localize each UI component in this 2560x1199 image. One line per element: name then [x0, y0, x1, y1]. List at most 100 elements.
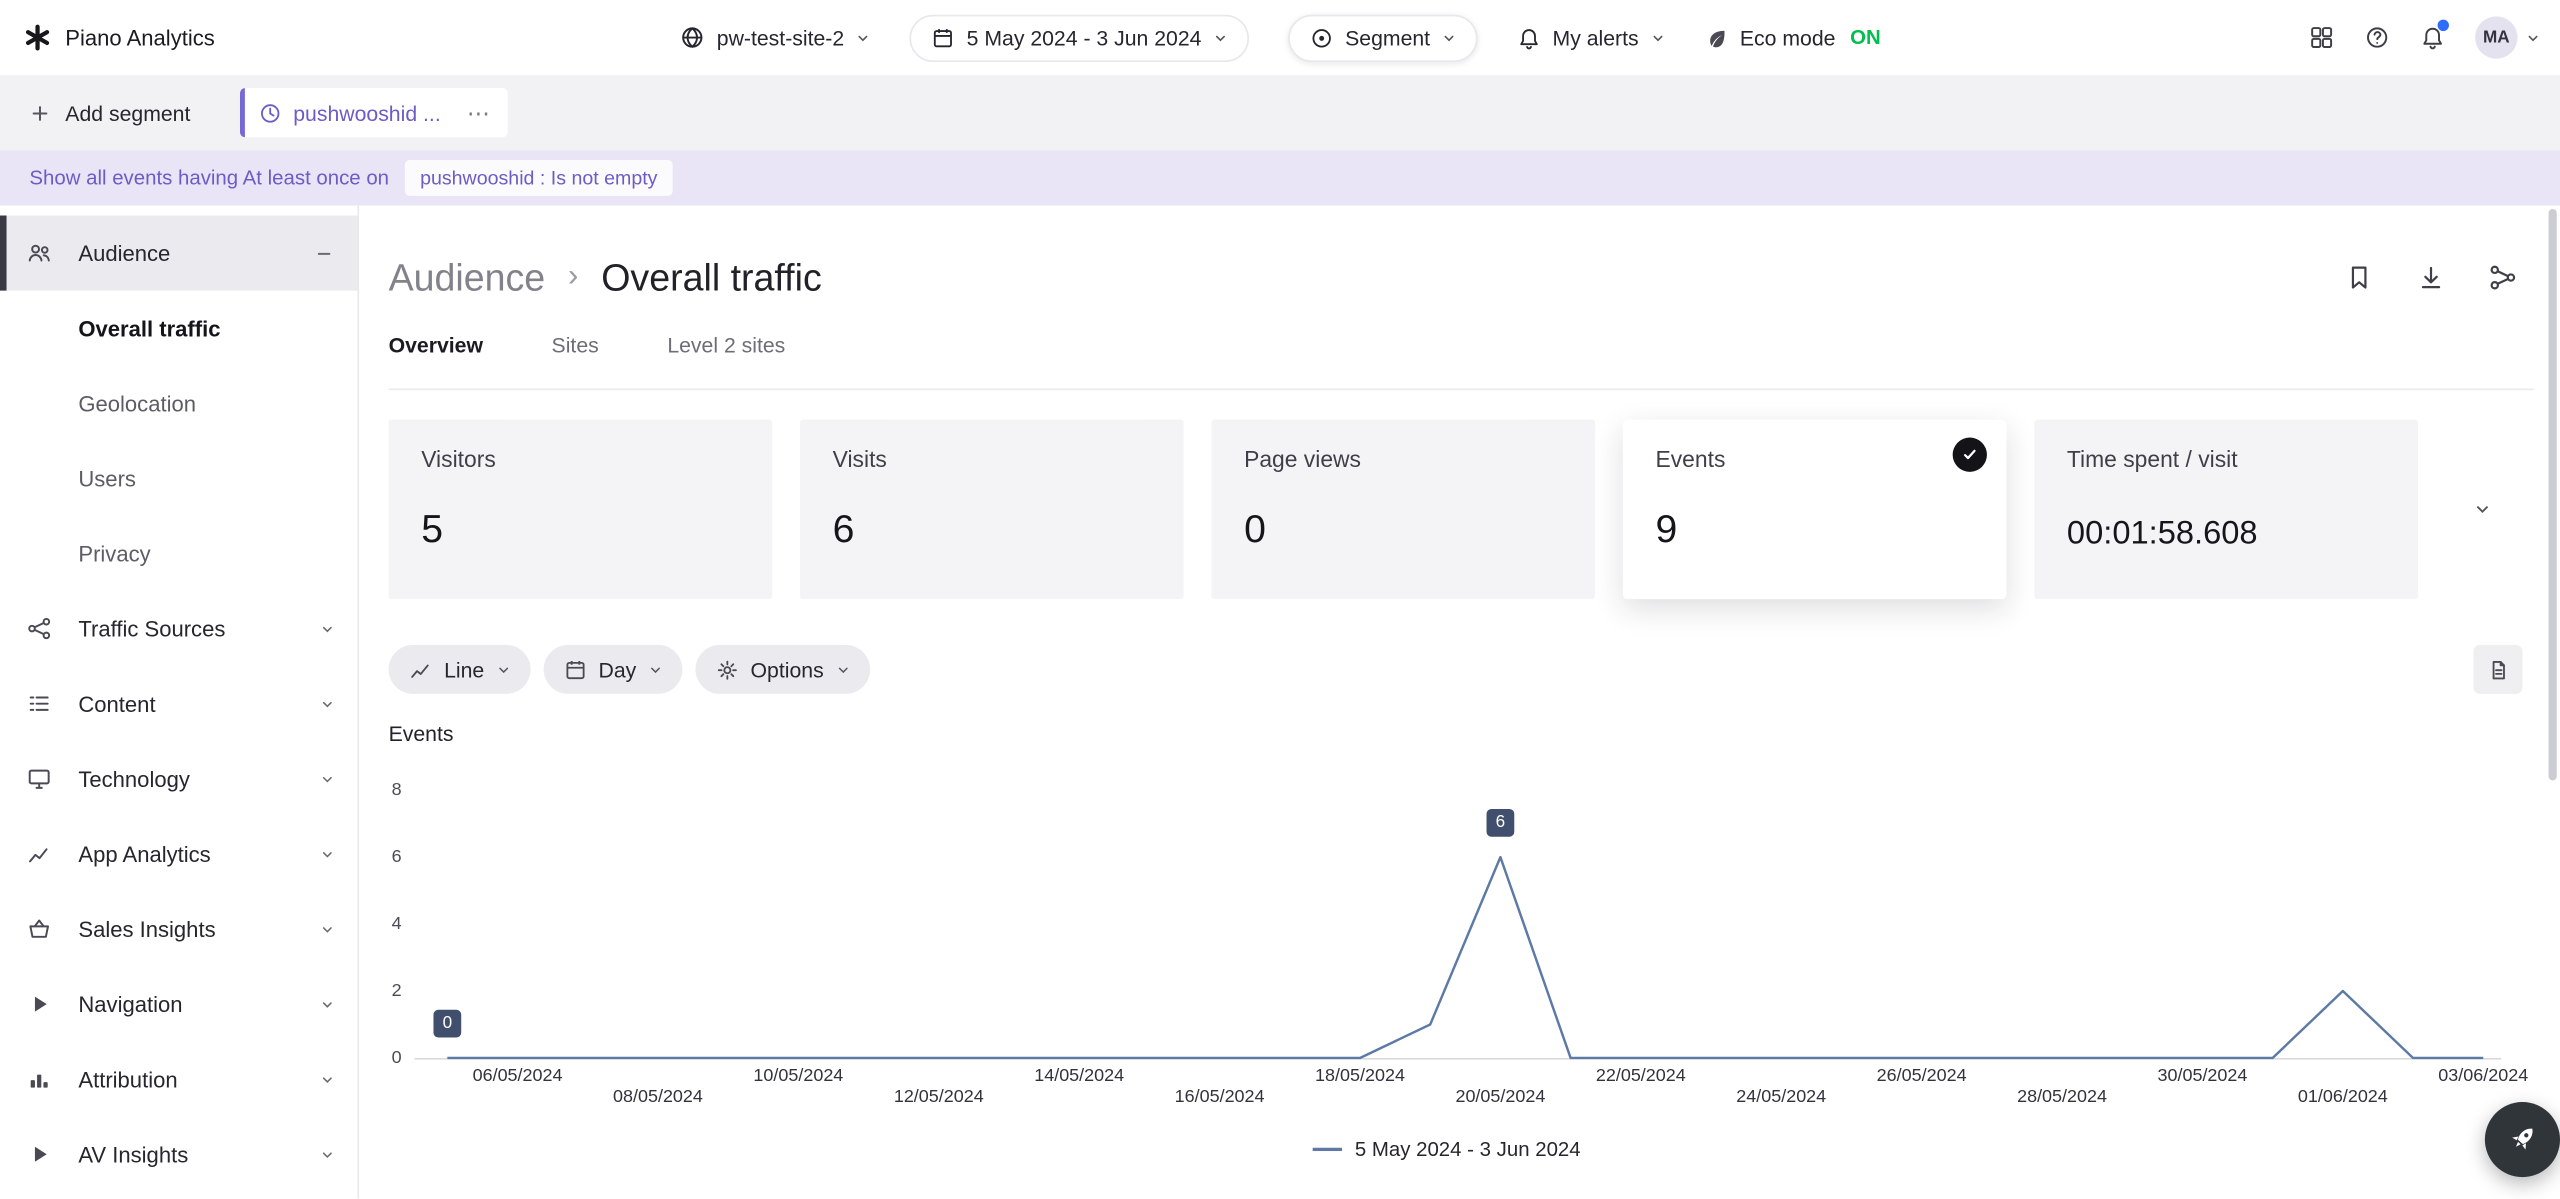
chevron-down-icon — [856, 30, 871, 45]
sidebar-item-users[interactable]: Users — [0, 441, 358, 516]
page-actions — [2344, 263, 2517, 292]
notifications-bell-icon[interactable] — [2420, 24, 2446, 50]
sidebar-item-technology[interactable]: Technology — [0, 741, 358, 816]
my-alerts[interactable]: My alerts — [1517, 25, 1665, 49]
main-content: Audience › Overall traffic — [359, 206, 2560, 1199]
avatar: MA — [2475, 16, 2517, 58]
chart-plot-area[interactable]: 5 May 2024 - 3 Jun 2024 0246806/05/20240… — [392, 717, 2501, 1109]
app-analytics-icon — [26, 841, 59, 867]
legend-label: 5 May 2024 - 3 Jun 2024 — [1355, 1138, 1581, 1161]
plus-icon — [29, 102, 50, 123]
tab-level-2-sites[interactable]: Level 2 sites — [667, 333, 785, 357]
kpi-value: 0 — [1244, 508, 1562, 554]
date-range-value: 5 May 2024 - 3 Jun 2024 — [967, 25, 1202, 49]
site-selector[interactable]: pw-test-site-2 — [679, 24, 870, 50]
data-point-label: 0 — [433, 1010, 461, 1038]
sidebar-item-audience[interactable]: Audience — [0, 216, 358, 291]
eco-mode-toggle[interactable]: Eco mode ON — [1704, 25, 1881, 49]
chart-type-dropdown[interactable]: Line — [389, 645, 530, 694]
assistant-rocket-button[interactable] — [2485, 1102, 2560, 1177]
tab-sites[interactable]: Sites — [552, 333, 599, 357]
notification-dot — [2438, 20, 2449, 31]
chevron-down-icon — [320, 847, 335, 862]
kpi-collapse-chevron-icon[interactable] — [2473, 500, 2491, 518]
granularity-dropdown[interactable]: Day — [543, 645, 682, 694]
sidebar-item-app-analytics[interactable]: App Analytics — [0, 816, 358, 891]
kpi-card-visits[interactable]: Visits 6 — [800, 420, 1184, 600]
x-axis-tick: 28/05/2024 — [2017, 1087, 2107, 1107]
line-chart-icon — [408, 657, 432, 681]
page-title: Overall traffic — [601, 248, 822, 307]
export-data-icon[interactable] — [2473, 645, 2522, 694]
alerts-label: My alerts — [1553, 25, 1639, 49]
breadcrumb-separator-icon: › — [568, 248, 578, 307]
tab-overview[interactable]: Overview — [389, 333, 483, 357]
segment-more-menu[interactable]: ⋯ — [467, 99, 491, 127]
sidebar-item-label: App Analytics — [78, 842, 300, 866]
x-axis-tick: 16/05/2024 — [1175, 1087, 1265, 1107]
top-bar: Piano Analytics pw-test-site-2 5 May 2 — [0, 0, 2560, 75]
breadcrumb: Audience › Overall traffic — [389, 248, 822, 307]
kpi-card-visitors[interactable]: Visitors 5 — [389, 420, 773, 600]
sidebar: Audience Overall traffic Geolocation Use… — [0, 206, 359, 1199]
kpi-value: 6 — [833, 508, 1151, 554]
kpi-card-events[interactable]: Events 9 — [1623, 420, 2007, 600]
help-icon[interactable] — [2364, 24, 2390, 50]
sidebar-item-geolocation[interactable]: Geolocation — [0, 366, 358, 441]
sidebar-item-sales-insights[interactable]: Sales Insights — [0, 891, 358, 966]
breadcrumb-parent[interactable]: Audience — [389, 248, 546, 307]
kpi-value: 9 — [1656, 508, 1974, 554]
bookmark-icon[interactable] — [2344, 263, 2373, 292]
av-insights-play-icon — [26, 1141, 59, 1167]
sidebar-item-overall-traffic[interactable]: Overall traffic — [0, 291, 358, 366]
segment-selector[interactable]: Segment — [1288, 14, 1477, 61]
data-point-label: 6 — [1487, 809, 1515, 837]
segment-label: Segment — [1345, 25, 1430, 49]
kpi-card-time-spent[interactable]: Time spent / visit 00:01:58.608 — [2034, 420, 2418, 600]
download-icon[interactable] — [2416, 263, 2445, 292]
filter-banner: Show all events having At least once on … — [0, 150, 2560, 206]
report-tabs: Overview Sites Level 2 sites — [389, 333, 2534, 390]
x-axis-tick: 22/05/2024 — [1596, 1066, 1686, 1086]
sidebar-item-label: Audience — [78, 241, 294, 265]
bell-icon — [1517, 25, 1541, 49]
sidebar-item-label: Content — [78, 691, 300, 715]
audience-icon — [26, 240, 59, 266]
chevron-down-icon — [320, 997, 335, 1012]
y-axis-tick: 8 — [369, 780, 402, 800]
chevron-down-icon — [1442, 30, 1457, 45]
sidebar-item-av-insights[interactable]: AV Insights — [0, 1117, 358, 1192]
topbar-controls: pw-test-site-2 5 May 2024 - 3 Jun 2024 — [679, 14, 1881, 61]
leaf-icon — [1704, 25, 1728, 49]
sidebar-item-label: Attribution — [78, 1067, 300, 1091]
sidebar-item-label: Technology — [78, 767, 300, 791]
date-range-picker[interactable]: 5 May 2024 - 3 Jun 2024 — [909, 14, 1248, 61]
kpi-label: Visitors — [421, 446, 739, 472]
sidebar-item-navigation[interactable]: Navigation — [0, 967, 358, 1042]
x-axis-tick: 20/05/2024 — [1455, 1087, 1545, 1107]
content-icon — [26, 691, 59, 717]
sidebar-item-traffic-sources[interactable]: Traffic Sources — [0, 591, 358, 666]
calendar-icon — [563, 657, 587, 681]
scrollbar[interactable] — [2549, 209, 2557, 780]
applied-segment-chip[interactable]: pushwooshid ... ⋯ — [239, 88, 507, 137]
sidebar-item-content[interactable]: Content — [0, 666, 358, 741]
sidebar-item-attribution[interactable]: Attribution — [0, 1042, 358, 1117]
filter-condition-chip[interactable]: pushwooshid : Is not empty — [405, 160, 672, 196]
add-segment-button[interactable]: Add segment — [29, 100, 190, 124]
sidebar-item-privacy[interactable]: Privacy — [0, 516, 358, 591]
gear-icon — [715, 657, 739, 681]
kpi-card-page-views[interactable]: Page views 0 — [1211, 420, 1595, 600]
y-axis-tick: 2 — [369, 981, 402, 1001]
user-menu[interactable]: MA — [2475, 16, 2540, 58]
kpi-label: Page views — [1244, 446, 1562, 472]
share-icon[interactable] — [2488, 263, 2517, 292]
options-dropdown[interactable]: Options — [695, 645, 869, 694]
apps-grid-icon[interactable] — [2309, 24, 2335, 50]
eco-mode-state: ON — [1850, 26, 1881, 49]
technology-icon — [26, 766, 59, 792]
chevron-down-icon — [648, 662, 663, 677]
x-axis-tick: 06/05/2024 — [473, 1066, 563, 1086]
brand[interactable]: Piano Analytics — [23, 23, 215, 52]
eco-mode-label: Eco mode — [1740, 25, 1836, 49]
